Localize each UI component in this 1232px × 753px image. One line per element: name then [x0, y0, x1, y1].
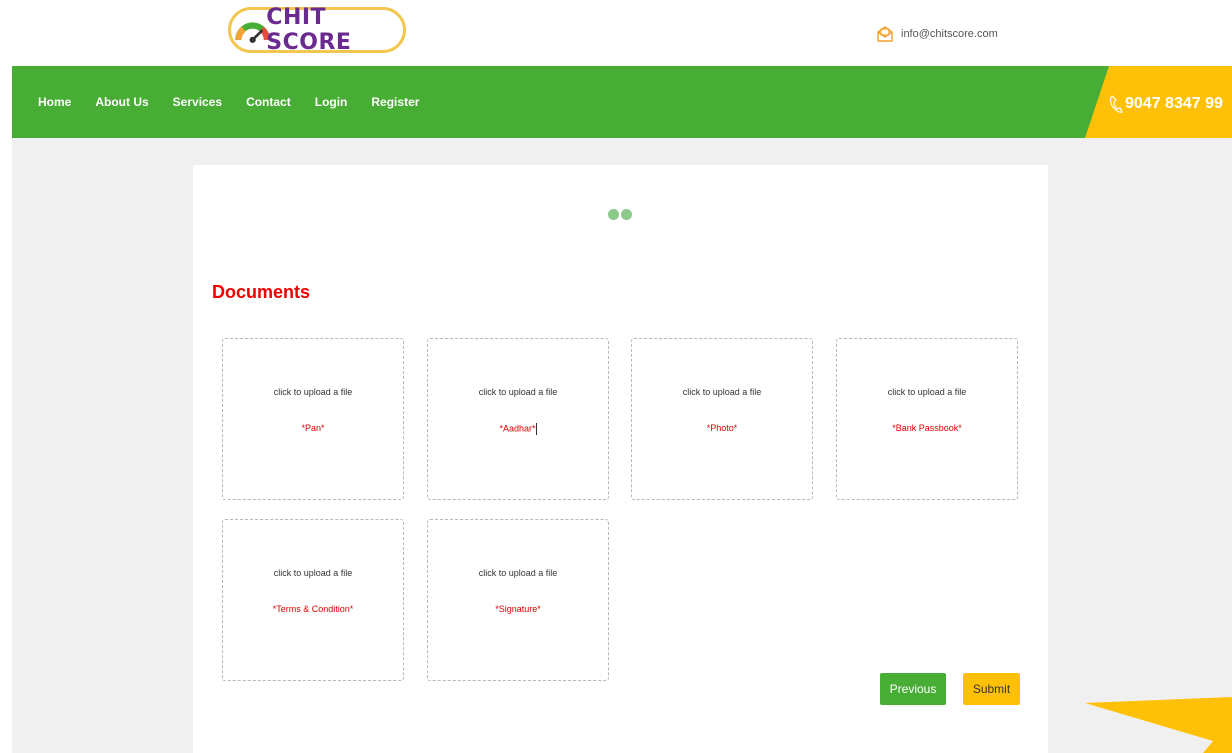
nav-services[interactable]: Services: [173, 95, 222, 109]
nav-register[interactable]: Register: [371, 95, 419, 109]
envelope-icon: [877, 26, 893, 42]
upload-aadhar[interactable]: click to upload a file *Aadhar*: [427, 338, 609, 500]
upload-pan[interactable]: click to upload a file *Pan*: [222, 338, 404, 500]
upload-hint: click to upload a file: [273, 568, 353, 578]
upload-terms-condition[interactable]: click to upload a file *Terms & Conditio…: [222, 519, 404, 681]
nav-home[interactable]: Home: [38, 95, 71, 109]
page-edge: [0, 0, 12, 753]
nav-about-us[interactable]: About Us: [95, 95, 148, 109]
upload-hint: click to upload a file: [478, 568, 558, 578]
top-header: [12, 0, 1232, 66]
upload-bank-passbook[interactable]: click to upload a file *Bank Passbook*: [836, 338, 1018, 500]
upload-hint: click to upload a file: [887, 387, 967, 397]
site-logo[interactable]: CHIT SCORE: [228, 5, 406, 55]
upload-label-terms-condition: *Terms & Condition*: [272, 604, 354, 614]
previous-button[interactable]: Previous: [880, 673, 946, 705]
text-cursor: [535, 423, 537, 435]
email-text: info@chitscore.com: [901, 28, 998, 40]
nav-contact[interactable]: Contact: [246, 95, 291, 109]
upload-label-signature: *Signature*: [495, 604, 541, 614]
logo-text: CHIT SCORE: [266, 5, 352, 55]
upload-hint: click to upload a file: [478, 387, 558, 397]
upload-label-photo: *Photo*: [706, 423, 738, 433]
loading-dot: [621, 209, 632, 220]
upload-label-aadhar: *Aadhar*: [499, 423, 536, 434]
upload-hint: click to upload a file: [682, 387, 762, 397]
upload-label-aadhar-wrap: *Aadhar*: [428, 423, 608, 435]
loading-indicator: [608, 209, 632, 220]
loading-dot: [608, 209, 619, 220]
upload-label-bank-passbook: *Bank Passbook*: [892, 423, 962, 433]
upload-hint: click to upload a file: [273, 387, 353, 397]
upload-signature[interactable]: click to upload a file *Signature*: [427, 519, 609, 681]
nav-menu: Home About Us Services Contact Login Reg…: [38, 95, 443, 109]
documents-heading: Documents: [212, 282, 311, 302]
phone-text: 9047 8347 99: [1125, 95, 1223, 112]
submit-button[interactable]: Submit: [963, 673, 1020, 705]
phone-number[interactable]: 9047 8347 99: [1108, 94, 1223, 114]
contact-email[interactable]: info@chitscore.com: [875, 24, 998, 44]
main-navbar: Home About Us Services Contact Login Reg…: [12, 66, 1232, 138]
phone-icon: [1110, 95, 1123, 113]
nav-login[interactable]: Login: [315, 95, 348, 109]
upload-photo[interactable]: click to upload a file *Photo*: [631, 338, 813, 500]
upload-label-pan: *Pan*: [301, 423, 325, 433]
